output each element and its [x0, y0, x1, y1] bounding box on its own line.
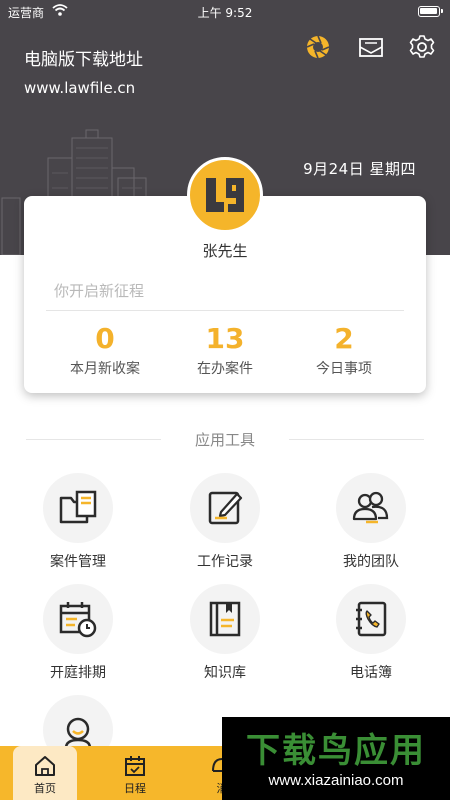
tool-icon-circle — [43, 473, 113, 543]
stat-label: 本月新收案 — [70, 361, 140, 377]
tool-work-log[interactable]: 工作记录 — [165, 473, 285, 571]
download-title: 电脑版下载地址 — [24, 50, 143, 70]
mail-icon[interactable] — [358, 34, 384, 60]
stat-value: 0 — [95, 322, 115, 355]
stat-label: 在办案件 — [197, 361, 253, 377]
calendar-icon — [125, 756, 145, 776]
tool-knowledge-base[interactable]: 知识库 — [165, 584, 285, 682]
tool-label: 工作记录 — [197, 554, 253, 570]
tool-label: 电话簿 — [350, 665, 392, 681]
calendar-clock-icon — [59, 602, 97, 638]
home-icon — [35, 756, 55, 776]
tab-home[interactable]: 首页 — [13, 746, 77, 800]
shutter-icon[interactable] — [305, 34, 331, 60]
edit-note-icon — [208, 491, 243, 525]
tool-icon-circle — [336, 584, 406, 654]
book-icon — [209, 601, 241, 637]
tool-case-management[interactable]: 案件管理 — [18, 473, 138, 571]
lawfile-logo-icon — [206, 178, 244, 212]
person-icon — [64, 717, 92, 749]
tab-label: 首页 — [34, 782, 56, 795]
watermark-banner: 下载鸟应用 www.xiazainiao.com — [222, 717, 450, 800]
download-url[interactable]: www.lawfile.cn — [24, 79, 135, 97]
divider — [46, 310, 404, 311]
section-header: 应用工具 — [0, 429, 450, 451]
tool-label: 案件管理 — [50, 554, 106, 570]
tool-my-team[interactable]: 我的团队 — [311, 473, 431, 571]
avatar[interactable] — [187, 157, 263, 233]
stat-today-items[interactable]: 2 今日事项 — [284, 322, 404, 378]
tool-icon-circle — [190, 584, 260, 654]
tool-label: 知识库 — [204, 665, 246, 681]
stat-value: 13 — [205, 322, 245, 355]
tool-label: 我的团队 — [343, 554, 399, 570]
tool-icon-circle — [43, 584, 113, 654]
stat-value: 2 — [334, 322, 354, 355]
folder-icon — [59, 490, 97, 524]
tab-label: 日程 — [124, 782, 146, 795]
phone-book-icon — [356, 601, 387, 637]
team-icon — [352, 491, 389, 524]
tool-phone-book[interactable]: 电话簿 — [311, 584, 431, 682]
clock: 上午 9:52 — [197, 6, 253, 20]
tool-court-schedule[interactable]: 开庭排期 — [18, 584, 138, 682]
divider — [289, 439, 424, 440]
current-date: 9月24日 星期四 — [303, 160, 416, 178]
status-bar: 运营商 上午 9:52 — [0, 0, 450, 24]
tool-label: 开庭排期 — [50, 665, 106, 681]
user-name: 张先生 — [202, 242, 248, 260]
tab-schedule[interactable]: 日程 — [103, 746, 167, 800]
gear-icon[interactable] — [409, 34, 435, 60]
watermark-url: www.xiazainiao.com — [268, 772, 404, 789]
watermark-logo: 下载鸟应用 — [246, 731, 426, 771]
slogan-text: 你开启新征程 — [54, 282, 145, 300]
stat-label: 今日事项 — [316, 361, 372, 377]
tool-icon-circle — [190, 473, 260, 543]
tool-icon-circle — [336, 473, 406, 543]
battery-icon — [418, 6, 443, 17]
stat-new-cases[interactable]: 0 本月新收案 — [45, 322, 165, 378]
stat-active-cases[interactable]: 13 在办案件 — [165, 322, 285, 378]
